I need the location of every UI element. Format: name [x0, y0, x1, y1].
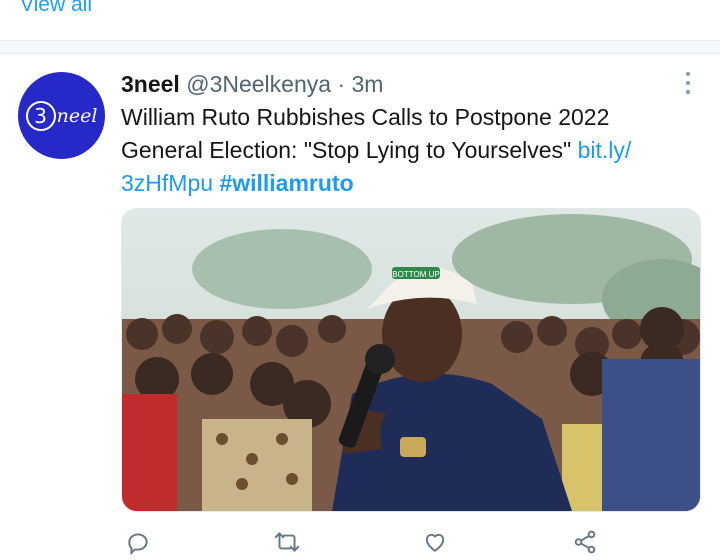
photo-speaker-crowd: BOTTOM UP: [122, 209, 700, 511]
tweet-media-image[interactable]: BOTTOM UP: [121, 208, 701, 512]
tweet-timestamp[interactable]: 3m: [352, 71, 384, 97]
tweet-hashtag[interactable]: #williamruto: [219, 170, 353, 196]
avatar-logo: 3 neel: [25, 100, 98, 131]
display-name[interactable]: 3neel: [121, 71, 180, 97]
header-separator: ·: [337, 71, 346, 97]
tweet-actions: [0, 524, 720, 560]
avatar-logo-word: neel: [56, 104, 98, 127]
view-all-link[interactable]: View all: [20, 0, 92, 17]
tweet-header: 3neel @3Neelkenya · 3m: [121, 70, 383, 98]
reply-icon[interactable]: [120, 524, 156, 560]
tweet-text: William Ruto Rubbishes Calls to Postpone…: [121, 101, 691, 200]
tweet-body-text: William Ruto Rubbishes Calls to Postpone…: [121, 104, 610, 163]
more-options-icon[interactable]: [680, 70, 696, 96]
retweet-icon[interactable]: [269, 524, 305, 560]
user-handle[interactable]: @3Neelkenya: [186, 71, 331, 97]
cap-logo-text: BOTTOM UP: [392, 270, 439, 279]
share-icon[interactable]: [567, 524, 603, 560]
like-icon[interactable]: [417, 524, 453, 560]
avatar[interactable]: 3 neel: [18, 72, 105, 159]
avatar-logo-digit: 3: [25, 100, 56, 131]
section-divider: [0, 40, 720, 54]
